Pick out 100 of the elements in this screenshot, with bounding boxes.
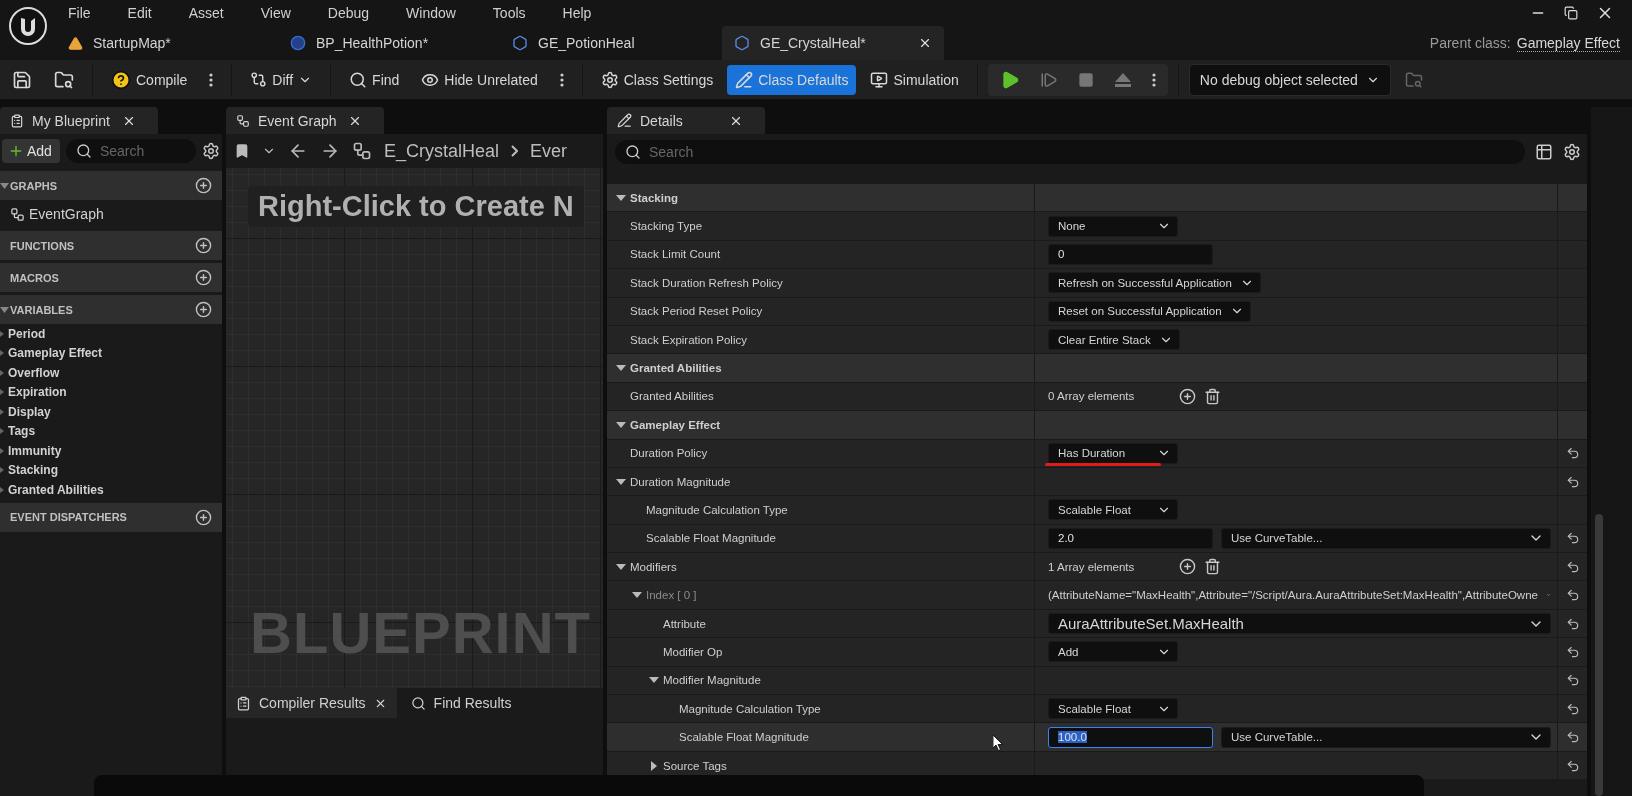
reset-icon[interactable] — [1565, 730, 1580, 745]
document-tab[interactable]: StartupMap* — [56, 26, 278, 60]
value-dropdown[interactable]: Clear Entire Stack — [1048, 329, 1180, 351]
section-header[interactable]: VARIABLES — [0, 295, 222, 324]
parent-class-link[interactable]: Gameplay Effect — [1516, 34, 1620, 52]
variable-category[interactable]: Overflow — [0, 363, 222, 383]
menu-item[interactable]: View — [248, 5, 303, 21]
reset-icon[interactable] — [1565, 588, 1580, 603]
expanded-arrow-icon[interactable] — [0, 182, 9, 189]
attribute-dropdown[interactable]: AuraAttributeSet.MaxHealth — [1048, 613, 1551, 635]
breadcrumb-item[interactable]: Ever — [530, 140, 568, 162]
variable-category[interactable]: Gameplay Effect — [0, 343, 222, 363]
add-element-icon[interactable] — [1179, 387, 1196, 405]
panel-tab[interactable]: My Blueprint — [0, 107, 158, 134]
menu-item[interactable]: Edit — [115, 5, 164, 21]
section-header[interactable]: MACROS — [0, 263, 222, 292]
number-field[interactable]: 2.0 — [1048, 527, 1213, 549]
add-icon[interactable] — [195, 237, 212, 254]
value-dropdown[interactable]: Has Duration — [1048, 442, 1178, 464]
compile-button[interactable]: Compile — [103, 64, 196, 95]
mode-button[interactable]: Class Settings — [592, 64, 722, 95]
expanded-arrow-icon[interactable] — [616, 419, 626, 430]
add-icon[interactable] — [195, 508, 212, 526]
value-dropdown[interactable]: Reset on Successful Application — [1048, 300, 1251, 322]
menu-item[interactable]: Help — [550, 5, 604, 21]
panel-tab[interactable]: Details — [607, 107, 765, 134]
collapsed-arrow-icon[interactable] — [649, 760, 659, 771]
reset-icon[interactable] — [1565, 616, 1580, 631]
section-header[interactable]: GRAPHS — [0, 171, 222, 200]
menu-item[interactable]: File — [56, 5, 103, 21]
number-field[interactable]: 0 — [1048, 243, 1213, 265]
variable-category[interactable]: Expiration — [0, 382, 222, 402]
reset-icon[interactable] — [1565, 559, 1580, 574]
search-box[interactable]: Search — [615, 140, 1525, 164]
variable-category[interactable]: Period — [0, 324, 222, 344]
menu-item[interactable]: Window — [394, 5, 468, 21]
number-field[interactable]: 100.0 — [1048, 726, 1213, 748]
reset-icon[interactable] — [1565, 531, 1580, 546]
restore-icon[interactable] — [1564, 6, 1578, 20]
menu-item[interactable]: Debug — [315, 5, 382, 21]
expanded-arrow-icon[interactable] — [0, 306, 9, 313]
property-name: Scalable Float Magnitude — [646, 532, 776, 545]
delete-icon[interactable] — [1204, 558, 1221, 576]
add-icon[interactable] — [195, 269, 212, 286]
reset-icon[interactable] — [1565, 758, 1580, 773]
menu-item[interactable]: Asset — [176, 5, 236, 21]
mode-button[interactable]: Simulation — [862, 64, 967, 95]
add-icon[interactable] — [195, 177, 212, 194]
results-tab[interactable]: Find Results — [400, 688, 522, 718]
scrollbar-thumb[interactable] — [1594, 514, 1603, 796]
variable-category[interactable]: Display — [0, 402, 222, 422]
table-view-icon[interactable] — [1535, 143, 1553, 161]
value-dropdown[interactable]: Scalable Float — [1048, 698, 1178, 720]
variable-category[interactable]: Granted Abilities — [0, 480, 222, 500]
variable-category[interactable]: Immunity — [0, 441, 222, 461]
debug-object-dropdown[interactable]: No debug object selected — [1188, 63, 1391, 96]
delete-icon[interactable] — [1204, 387, 1221, 405]
close-icon[interactable] — [918, 36, 932, 50]
settings-icon[interactable] — [202, 142, 220, 160]
property-name: Granted Abilities — [630, 390, 714, 403]
section-header[interactable]: FUNCTIONS — [0, 231, 222, 260]
expanded-arrow-icon[interactable] — [616, 561, 626, 572]
add-element-icon[interactable] — [1179, 558, 1196, 576]
reset-icon[interactable] — [1565, 673, 1580, 688]
settings-icon[interactable] — [1563, 143, 1581, 161]
hexagon-icon — [512, 35, 528, 51]
reset-icon[interactable] — [1565, 474, 1580, 489]
bookmark-icon[interactable] — [234, 143, 250, 159]
add-icon[interactable] — [195, 301, 212, 318]
document-tab[interactable]: GE_CrystalHeal* — [722, 26, 944, 60]
variable-category[interactable]: Tags — [0, 421, 222, 441]
panel-tab[interactable]: Event Graph — [226, 107, 384, 134]
reset-icon[interactable] — [1565, 644, 1580, 659]
menu-item[interactable]: Tools — [480, 5, 538, 21]
value-dropdown[interactable]: Refresh on Successful Application — [1048, 272, 1261, 294]
section-header[interactable]: EVENT DISPATCHERS — [0, 502, 222, 532]
curve-table-dropdown[interactable]: Use CurveTable... — [1221, 527, 1551, 549]
variable-category[interactable]: Stacking — [0, 460, 222, 480]
expanded-arrow-icon[interactable] — [616, 192, 626, 203]
search-input[interactable]: Search — [649, 144, 1515, 160]
expanded-arrow-icon[interactable] — [616, 476, 626, 487]
search-icon — [75, 143, 92, 159]
value-dropdown[interactable]: None — [1048, 215, 1178, 237]
document-tab[interactable]: GE_PotionHeal — [500, 26, 722, 60]
value-dropdown[interactable]: Add — [1048, 641, 1178, 663]
find-button[interactable]: Find — [341, 64, 408, 95]
curve-table-dropdown[interactable]: Use CurveTable... — [1221, 726, 1551, 748]
reset-icon[interactable] — [1565, 446, 1580, 461]
search-box[interactable]: Search — [65, 139, 196, 163]
results-tab[interactable]: Compiler Results — [226, 688, 397, 718]
breadcrumb-item[interactable]: E_CrystalHeal — [384, 140, 500, 162]
hide-unrelated-button[interactable]: Hide Unrelated — [413, 64, 546, 95]
value-dropdown[interactable]: Scalable Float — [1048, 499, 1178, 521]
graph-item[interactable]: EventGraph — [0, 200, 222, 228]
reset-icon[interactable] — [1565, 701, 1580, 716]
engine-logo[interactable] — [8, 6, 48, 46]
add-button[interactable]: Add — [2, 139, 60, 163]
document-tab[interactable]: BP_HealthPotion* — [278, 26, 500, 60]
diff-button[interactable]: Diff — [242, 64, 321, 95]
search-input[interactable]: Search — [99, 143, 186, 159]
